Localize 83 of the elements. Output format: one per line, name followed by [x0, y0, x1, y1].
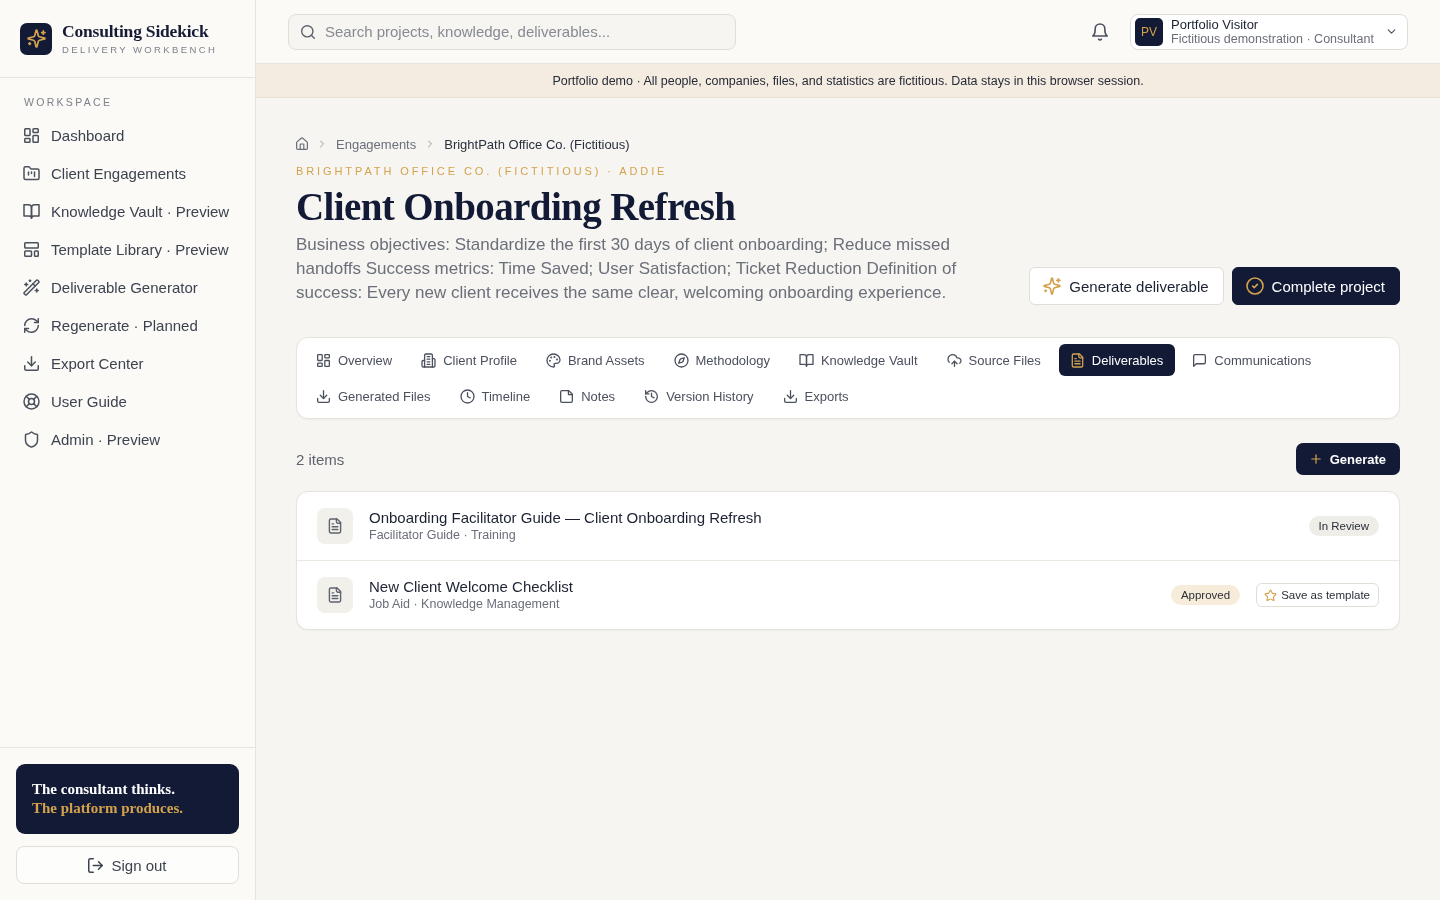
bell-icon[interactable] [1092, 23, 1108, 40]
tab[interactable]: Overview [305, 344, 405, 376]
deliverable-meta: Job Aid · Knowledge Management [369, 596, 560, 613]
tab[interactable]: Version History [633, 380, 766, 412]
sidebar-item[interactable]: Template Library · Preview [16, 230, 239, 268]
grid-icon [317, 353, 330, 367]
user-avatar: PV [1135, 17, 1163, 46]
sidebar-item[interactable]: Client Engagements [16, 154, 239, 192]
shield-icon [24, 431, 39, 447]
sidebar-item[interactable]: Admin · Preview [16, 420, 239, 458]
tab[interactable]: Brand Assets [534, 344, 657, 376]
tagline-text: The platform produces. [32, 799, 183, 818]
action-button[interactable]: Generate deliverable [1029, 267, 1224, 305]
layout-icon [24, 241, 39, 257]
deliverable-title[interactable]: Onboarding Facilitator Guide — Client Onboarding Refresh [369, 508, 762, 527]
action-button[interactable]: Complete project [1231, 267, 1400, 305]
star-icon [1265, 589, 1277, 601]
sparkle-logo-icon [20, 22, 52, 55]
sidebar-item[interactable]: Deliverable Generator [16, 268, 239, 306]
sidebar-item[interactable]: Knowledge Vault · Preview [16, 192, 239, 230]
download-icon [783, 389, 797, 403]
sidebar-item[interactable]: Regenerate · Planned [16, 306, 239, 344]
chevron-right-icon [317, 139, 327, 149]
home-icon[interactable] [296, 138, 308, 150]
chevron-down-icon [1386, 26, 1397, 37]
status-badge: Approved [1170, 585, 1241, 605]
lifebuoy-icon [24, 393, 39, 409]
tab[interactable]: Deliverables [1058, 344, 1176, 376]
sidebar-item[interactable]: User Guide [16, 382, 239, 420]
search-icon [301, 24, 315, 39]
tab[interactable]: Exports [771, 380, 861, 412]
notice-text: Portfolio demo · All people, companies, files, and statistics are fictitious. Data stays in this browser session. [552, 73, 1144, 88]
sign-out-button[interactable]: Sign out [16, 846, 239, 884]
magic-wand-icon [24, 279, 39, 295]
book-icon [799, 353, 813, 367]
deliverable-title[interactable]: New Client Welcome Checklist [369, 577, 573, 596]
project-description: Business objectives: Standardize the first 30 days of client onboarding; Reduce missed handoffs Success metrics: Time Saved; User Satisfaction; Ticket Reduction Definition of success: Every new client receives the same clear, welcoming onboarding experience. [296, 234, 958, 304]
history-icon [645, 389, 659, 403]
deliverable-meta: Facilitator Guide · Training [369, 527, 516, 544]
logout-icon [88, 857, 104, 873]
compass-icon [674, 353, 688, 367]
search-field[interactable]: Search projects, knowledge, deliverables... [288, 13, 736, 50]
eyebrow-text: BRIGHTPATH OFFICE CO. (FICTITIOUS) · ADDIE [296, 164, 668, 179]
brand-subtitle: DELIVERY WORKBENCH [62, 44, 218, 56]
section-label: WORKSPACE [23, 95, 114, 110]
tab[interactable]: Knowledge Vault [787, 344, 930, 376]
tab[interactable]: Generated Files [305, 380, 443, 412]
page-title: Client Onboarding Refresh [296, 185, 736, 229]
building-icon [422, 353, 436, 367]
generate-button[interactable]: Generate [1295, 443, 1400, 475]
refresh-icon [24, 317, 39, 333]
tab[interactable]: Client Profile [410, 344, 529, 376]
plus-icon [1309, 453, 1322, 465]
palette-icon [546, 353, 560, 367]
tab[interactable]: Notes [548, 380, 628, 412]
document-icon [317, 577, 353, 613]
tab[interactable]: Timeline [448, 380, 543, 412]
book-icon [24, 203, 39, 219]
tab[interactable]: Communications [1181, 344, 1324, 376]
document-icon [317, 508, 353, 544]
download-icon [317, 389, 330, 403]
save-template-button[interactable]: Save as template [1256, 583, 1379, 607]
tagline-text: The consultant thinks. [32, 780, 175, 799]
status-badge: In Review [1308, 516, 1379, 536]
item-count: 2 items [296, 450, 345, 468]
brand-name: Consulting Sidekick [62, 21, 210, 41]
sidebar-item[interactable]: Export Center [16, 344, 239, 382]
breadcrumb-current: BrightPath Office Co. (Fictitious) [444, 136, 630, 152]
download-icon [24, 355, 39, 371]
sparkles-icon [1044, 278, 1061, 294]
breadcrumb-link[interactable]: Engagements [336, 136, 417, 152]
check-circle-icon [1246, 278, 1263, 294]
document-icon [1070, 353, 1084, 367]
user-menu[interactable]: PV Portfolio Visitor Fictitious demonstration · Consultant [1130, 13, 1408, 50]
tab[interactable]: Source Files [935, 344, 1053, 376]
cloud-upload-icon [947, 353, 961, 367]
sidebar-item[interactable]: Dashboard [16, 116, 239, 154]
chat-bubble-icon [1193, 353, 1207, 367]
tab[interactable]: Methodology [662, 344, 782, 376]
dashboard-icon [24, 127, 39, 143]
page-icon [560, 389, 574, 403]
folder-icon [24, 165, 39, 181]
clock-icon [460, 389, 474, 403]
